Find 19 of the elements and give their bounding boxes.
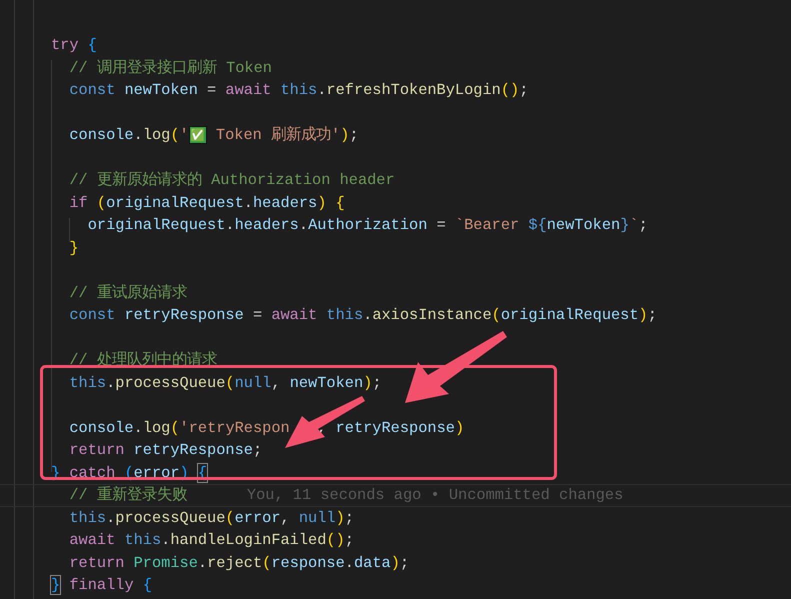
code-line: return Promise.reject(response.data);: [68, 552, 410, 574]
code-line: console.log('✅ Token 刷新成功');: [68, 125, 359, 146]
code-line: await this.handleLoginFailed();: [68, 530, 354, 551]
code-line: const newToken = await this.refreshTokenByLogin();: [68, 80, 528, 101]
code-line: const retryResponse = await this.axiosInstance(originalRequest);: [68, 305, 657, 326]
code-line: // 重新登录失败: [68, 485, 187, 506]
blame-annotation: You, 11 seconds ago • Uncommitted changes: [246, 485, 624, 506]
code-line: return retryResponse;: [68, 440, 262, 461]
code-line: // 重试原始请求: [68, 282, 187, 304]
code-editor[interactable]: [0, 0, 791, 599]
code-line: originalRequest.headers.Authorization = `Bearer ${newToken}`;: [86, 215, 648, 236]
code-line: try {: [51, 35, 97, 56]
code-line: } finally {: [51, 575, 152, 596]
code-line: this.processQueue(error, null);: [68, 508, 354, 528]
code-line: if (originalRequest.headers) {: [68, 192, 345, 214]
code-line: }: [68, 238, 79, 258]
code-line: // 调用登录接口刷新 Token: [68, 58, 272, 78]
code-line: this.processQueue(null, newToken);: [68, 372, 382, 394]
code-line: // 更新原始请求的 Authorization header: [68, 170, 395, 191]
